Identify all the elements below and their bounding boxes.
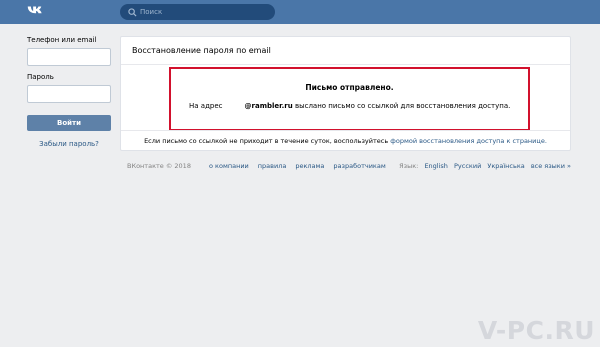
language-selector: Язык: English Русский Українська все язы… <box>399 162 571 170</box>
login-button[interactable]: Войти <box>27 115 111 131</box>
top-header: Поиск <box>0 0 600 24</box>
copyright: ВКонтакте © 2018 <box>127 162 191 170</box>
highlight-box: Письмо отправлено. На адрес @rambler.ru в… <box>169 67 530 131</box>
password-label: Пароль <box>27 73 54 81</box>
password-input[interactable] <box>27 85 111 103</box>
vk-logo-icon[interactable] <box>27 4 45 18</box>
footer-note: Если письмо со ссылкой не приходит в теч… <box>144 137 389 145</box>
search-icon <box>125 5 139 19</box>
language-label: Язык: <box>399 162 419 170</box>
watermark: V-PC.RU <box>477 316 595 345</box>
lang-ukrainian[interactable]: Українська <box>487 162 524 170</box>
footer-link-about[interactable]: о компании <box>209 162 249 170</box>
sent-message: На адрес @rambler.ru выслано письмо со сс… <box>189 102 510 110</box>
footer-link-ads[interactable]: реклама <box>295 162 324 170</box>
restore-form-link[interactable]: формой восстановления доступа к странице… <box>390 137 547 145</box>
card-footer: Если письмо со ссылкой не приходит в теч… <box>121 130 570 151</box>
footer-link-rules[interactable]: правила <box>258 162 287 170</box>
forgot-password-link[interactable]: Забыли пароль? <box>27 140 111 148</box>
page-footer: ВКонтакте © 2018 о компании правила рекл… <box>127 162 571 174</box>
sent-prefix: На адрес <box>189 102 223 110</box>
sent-title: Письмо отправлено. <box>305 83 394 92</box>
login-form: Телефон или email Пароль Войти Забыли па… <box>27 36 112 148</box>
card-title: Восстановление пароля по email <box>121 37 570 65</box>
lang-all[interactable]: все языки » <box>531 162 571 170</box>
lang-english[interactable]: English <box>424 162 447 170</box>
email-address: @rambler.ru <box>244 102 293 110</box>
restore-card: Восстановление пароля по email Письмо от… <box>120 36 571 151</box>
footer-link-developers[interactable]: разработчикам <box>333 162 385 170</box>
lang-russian[interactable]: Русский <box>454 162 481 170</box>
sent-suffix: выслано письмо со ссылкой для восстановл… <box>294 102 511 110</box>
footer-links: о компании правила реклама разработчикам <box>209 162 386 170</box>
phone-label: Телефон или email <box>27 36 97 44</box>
search-input[interactable]: Поиск <box>140 8 162 16</box>
search-box[interactable]: Поиск <box>120 4 275 20</box>
phone-input[interactable] <box>27 48 111 66</box>
